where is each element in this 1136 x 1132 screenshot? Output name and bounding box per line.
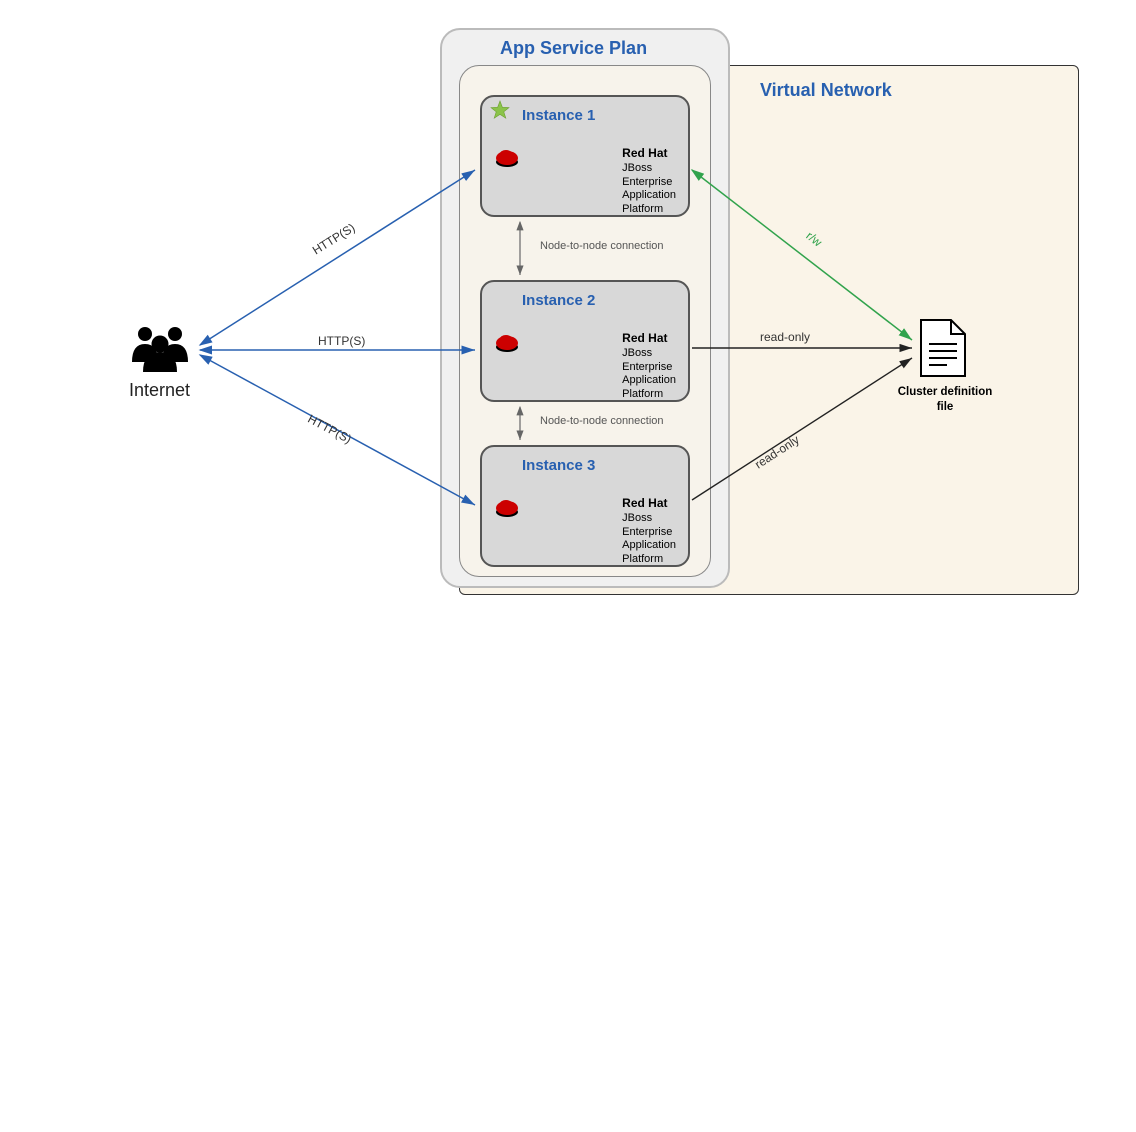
edge-http-1: [200, 170, 475, 345]
internet-label: Internet: [129, 380, 190, 401]
virtual-network-title: Virtual Network: [760, 80, 892, 101]
vendor-name: Red Hat: [622, 146, 667, 160]
instance-1-card: Instance 1 Red Hat JBoss Enterprise Appl…: [480, 95, 690, 217]
instance-2-title: Instance 2: [522, 292, 676, 309]
edge-label-http-2: HTTP(S): [318, 334, 365, 348]
edge-label-ro-1: read-only: [760, 330, 810, 344]
instance-1-vendor-text: Red Hat JBoss Enterprise Application Pla…: [622, 146, 676, 217]
edge-label-node-1: Node-to-node connection: [540, 240, 664, 252]
edge-label-http-1: HTTP(S): [310, 221, 358, 258]
file-label-l1: Cluster definition: [898, 386, 993, 398]
instance-1-title: Instance 1: [522, 107, 676, 124]
file-label-l2: file: [937, 401, 954, 413]
edge-label-node-2: Node-to-node connection: [540, 415, 664, 427]
product-line2: Application Platform: [622, 189, 676, 215]
diagram-root: Virtual Network App Service Plan Instanc…: [0, 0, 1136, 636]
product-line1: JBoss Enterprise: [622, 162, 672, 188]
file-label: Cluster definition file: [890, 385, 1000, 415]
app-service-plan-title: App Service Plan: [500, 38, 647, 59]
